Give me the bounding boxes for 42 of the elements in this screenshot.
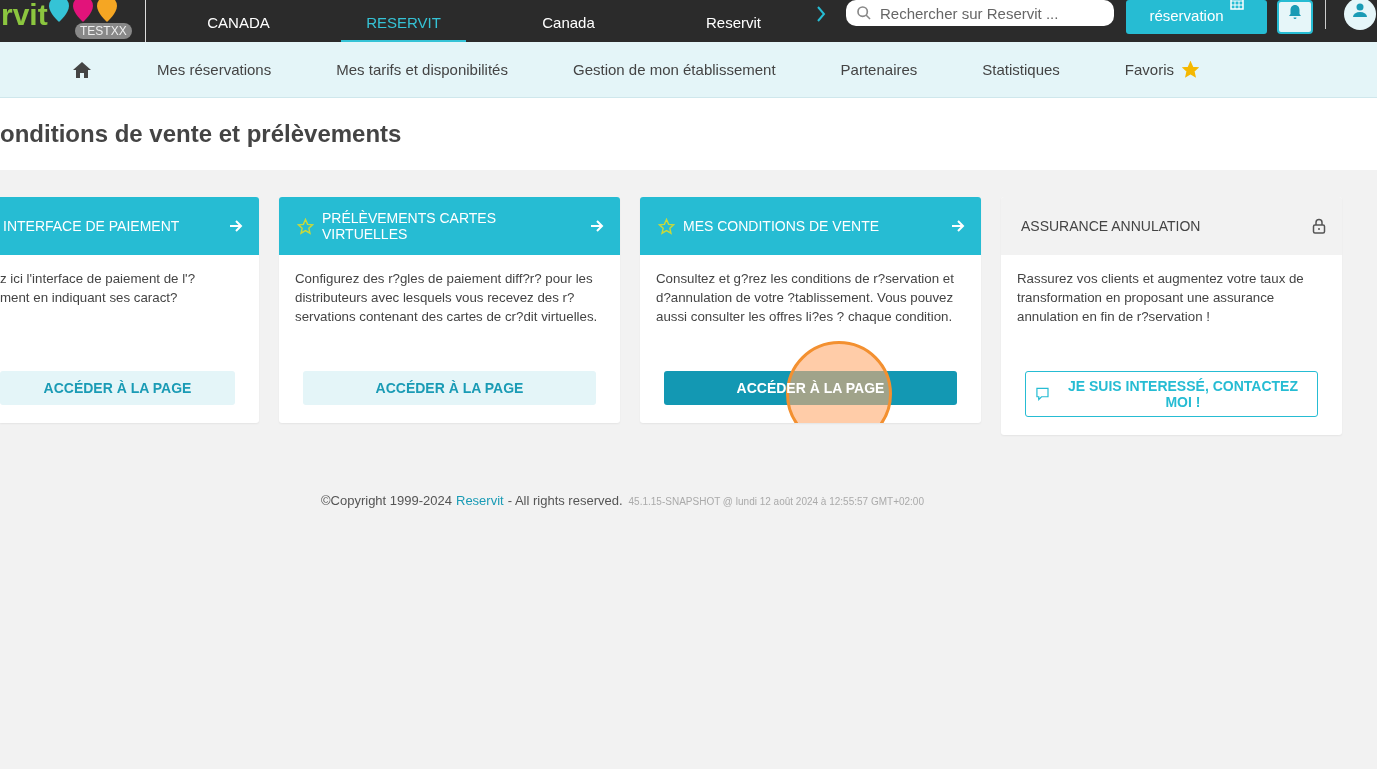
- page-title: onditions de vente et prélèvements: [0, 120, 402, 148]
- card-title: PRÉLÈVEMENTS CARTES VIRTUELLES: [322, 210, 497, 242]
- account-badge: TESTXX: [75, 23, 132, 39]
- bell-icon: [1288, 4, 1302, 20]
- home-link[interactable]: [73, 61, 91, 78]
- nav-link[interactable]: Statistiques: [982, 61, 1060, 78]
- search-field[interactable]: Rechercher sur Reservit ...: [846, 0, 1114, 26]
- card-description: Consultez et g?rez les conditions de r?servation et d?annulation de votre ?tablissement. Vous pouvez aussi consulter les offres li?es ? chaque condition.: [656, 270, 955, 326]
- nav-link[interactable]: Gestion de mon établissement: [572, 61, 776, 78]
- lock-icon: [1312, 218, 1326, 234]
- rights-text: - All rights reserved.: [507, 493, 623, 508]
- star-icon: [1182, 61, 1200, 78]
- product-tab[interactable]: CANADA: [176, 0, 301, 42]
- arrow-right-icon[interactable]: [951, 219, 965, 233]
- user-avatar[interactable]: [1344, 0, 1376, 30]
- version-text: 45.1.15-SNAPSHOT @ lundi 12 août 2024 à 12:55:57 GMT+02:00: [628, 496, 924, 507]
- search-icon: [856, 5, 872, 21]
- copyright-text: ©Copyright 1999-2024: [321, 493, 452, 508]
- card-description: Rassurez vos clients et augmentez votre taux de transformation en proposant une assurance annulation en fin de r?servation !: [1017, 270, 1305, 326]
- user-icon: [1353, 3, 1367, 19]
- nav-link[interactable]: Partenaires: [840, 61, 918, 78]
- card-title: MES CONDITIONS DE VENTE: [683, 218, 881, 234]
- notification-button[interactable]: [1277, 0, 1313, 34]
- card-title: INTERFACE DE PAIEMENT: [3, 218, 181, 234]
- nav-link[interactable]: Mes tarifs et disponibilités: [336, 61, 508, 78]
- star-icon: [297, 217, 314, 235]
- calendar-icon: [1229, 0, 1244, 10]
- product-tab[interactable]: Canada: [506, 0, 631, 42]
- card-description: z ici l'interface de paiement de l'? ment en indiquant ses caract?: [0, 270, 197, 307]
- chat-question-icon: [1036, 387, 1049, 401]
- nav-link[interactable]: Favoris: [1124, 61, 1200, 78]
- nav-link[interactable]: Mes réservations: [157, 61, 272, 78]
- arrow-right-icon[interactable]: [229, 219, 243, 233]
- star-icon: [658, 217, 675, 235]
- card-title: ASSURANCE ANNULATION: [1021, 218, 1202, 234]
- card-description: Configurez des r?gles de paiement diff?r? pour les distributeurs avec lesquels vous recevez des r?servations contenant des cartes de cr?dit virtuelles.: [295, 270, 599, 326]
- arrow-right-icon[interactable]: [590, 219, 604, 233]
- product-tab[interactable]: Reservit: [671, 0, 796, 42]
- logo: rvit: [0, 0, 48, 30]
- home-icon: [73, 61, 91, 78]
- pins-icon: [47, 0, 118, 22]
- chevron-right-icon[interactable]: [816, 6, 826, 22]
